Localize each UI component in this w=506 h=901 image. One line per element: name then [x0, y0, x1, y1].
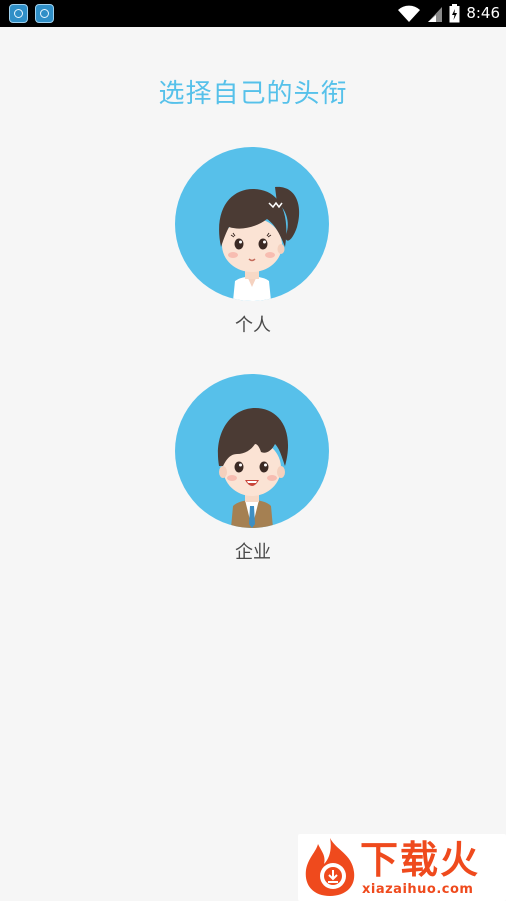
watermark-url: xiazaihuo.com: [362, 882, 474, 897]
page-title: 选择自己的头衔: [158, 79, 348, 109]
girl-avatar[interactable]: [175, 147, 329, 301]
option-enterprise[interactable]: 企业: [0, 374, 506, 574]
app-icon: [9, 4, 28, 23]
option-label-personal[interactable]: 个人: [0, 314, 506, 338]
status-bar: 8:46: [0, 0, 506, 27]
businessman-avatar[interactable]: [175, 374, 329, 528]
flame-logo-icon: [305, 838, 355, 896]
watermark-title: 下载火: [360, 838, 481, 882]
battery-charging-icon: [449, 4, 460, 23]
app-icon: [35, 4, 54, 23]
option-personal[interactable]: 个人: [0, 147, 506, 347]
status-indicators: 8:46: [397, 0, 500, 27]
status-time: 8:46: [466, 4, 500, 22]
option-label-enterprise[interactable]: 企业: [0, 541, 506, 565]
signal-icon: [428, 6, 443, 22]
watermark: 下载火 xiazaihuo.com: [298, 834, 506, 901]
wifi-icon: [398, 5, 421, 22]
